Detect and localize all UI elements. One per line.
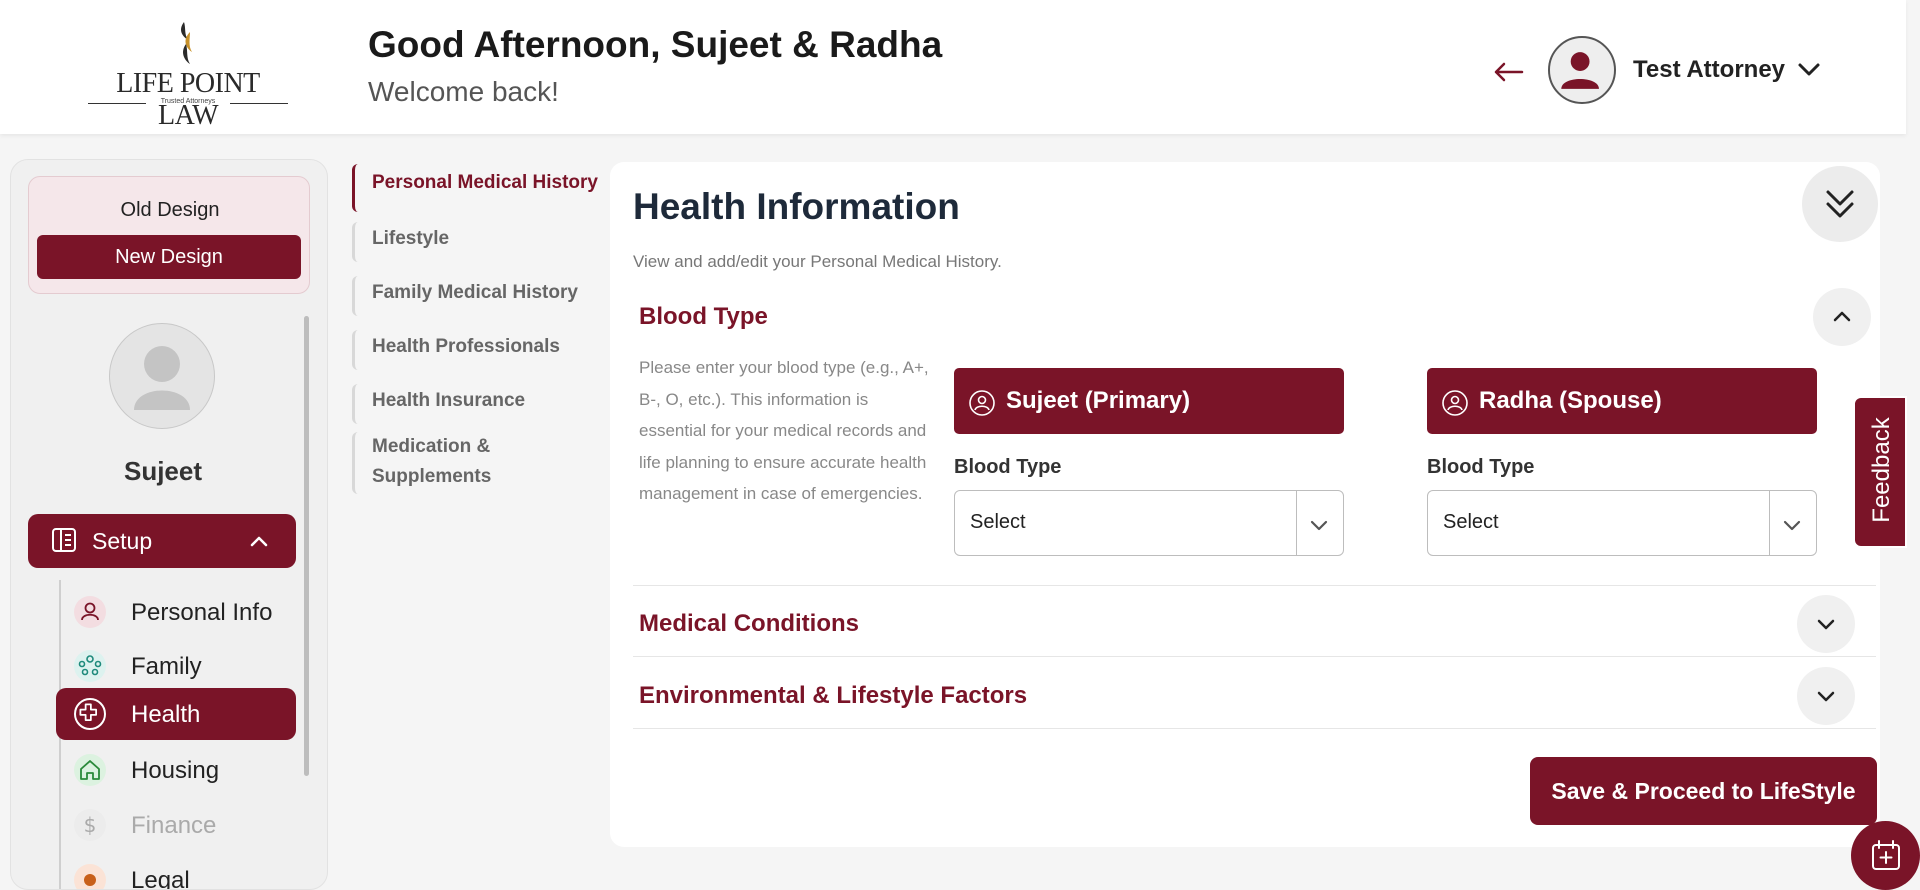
section-title-medical-conditions[interactable]: Medical Conditions: [639, 610, 859, 638]
chevron-down-icon: [1310, 520, 1328, 531]
profile-name: Sujeet: [123, 456, 203, 486]
legal-icon: [74, 864, 106, 889]
sidebar: Old Design New Design Sujeet Setup Perso…: [10, 159, 328, 890]
sidebar-item-family[interactable]: Family: [56, 640, 296, 692]
chevron-up-icon: [250, 536, 268, 547]
design-switcher: Old Design New Design: [28, 176, 310, 294]
chevron-down-icon: [1783, 520, 1801, 531]
sidebar-item-health[interactable]: Health: [56, 688, 296, 740]
calendar-add-button[interactable]: [1851, 821, 1920, 890]
spouse-blood-type-select[interactable]: Select: [1427, 490, 1817, 556]
subnav-health-insurance[interactable]: Health Insurance: [352, 384, 608, 424]
sidebar-item-label: Finance: [131, 812, 217, 839]
setup-toggle-button[interactable]: Setup: [28, 514, 296, 568]
subnav-personal-medical-history[interactable]: Personal Medical History: [352, 164, 608, 212]
profile-avatar: [109, 323, 215, 429]
primary-blood-type-select[interactable]: Select: [954, 490, 1344, 556]
select-value: Select: [1443, 511, 1499, 533]
sidebar-item-legal[interactable]: Legal: [56, 854, 296, 890]
user-icon: [1561, 52, 1599, 89]
sidebar-scrollbar[interactable]: [304, 316, 309, 776]
subnav-lifestyle[interactable]: Lifestyle: [352, 222, 608, 262]
collapse-all-button[interactable]: [1802, 166, 1878, 242]
double-chevron-down-icon: [1826, 190, 1854, 218]
chevron-down-icon: [1817, 691, 1835, 702]
sidebar-item-label: Housing: [131, 757, 220, 784]
section-title-blood-type[interactable]: Blood Type: [639, 303, 768, 331]
page-title: Health Information: [633, 186, 960, 227]
section-divider: [633, 656, 1876, 657]
home-icon: [74, 754, 106, 786]
feedback-tab[interactable]: Feedback: [1853, 396, 1907, 548]
person-icon: [74, 596, 106, 628]
section-divider: [633, 585, 1876, 586]
back-arrow-icon[interactable]: [1492, 54, 1524, 90]
page-subtitle: View and add/edit your Personal Medical …: [633, 252, 1002, 271]
environmental-lifestyle-toggle[interactable]: [1797, 667, 1855, 725]
subnav-medication-supplements[interactable]: Medication & Supplements: [352, 432, 552, 494]
primary-person-name: Sujeet (Primary): [1006, 387, 1191, 414]
svg-text:$: $: [84, 813, 97, 837]
user-name[interactable]: Test Attorney: [1633, 56, 1785, 84]
medical-conditions-toggle[interactable]: [1797, 595, 1855, 653]
spouse-person-name: Radha (Spouse): [1479, 387, 1662, 414]
dollar-icon: $: [74, 809, 106, 841]
calendar-plus-icon: [1872, 840, 1900, 870]
app-header: LIFE POINT LAW Trusted Attorneys Good Af…: [0, 0, 1906, 134]
save-proceed-button[interactable]: Save & Proceed to LifeStyle: [1530, 757, 1877, 825]
select-divider: [1296, 491, 1297, 555]
sidebar-item-label: Personal Info: [131, 599, 273, 626]
primary-person-header: Sujeet (Primary): [954, 368, 1344, 434]
health-cross-icon: [74, 698, 106, 730]
old-design-button[interactable]: Old Design: [29, 199, 311, 222]
sidebar-item-label: Family: [131, 653, 202, 680]
blood-type-description: Please enter your blood type (e.g., A+, …: [639, 358, 929, 503]
sidebar-item-personal-info[interactable]: Personal Info: [56, 586, 296, 638]
health-information-card: Health Information View and add/edit you…: [610, 162, 1880, 847]
setup-label: Setup: [92, 528, 153, 554]
spouse-blood-type-label: Blood Type: [1427, 456, 1535, 478]
setup-book-icon: [52, 528, 76, 552]
greeting-title: Good Afternoon, Sujeet & Radha: [368, 24, 943, 65]
sidebar-item-housing[interactable]: Housing: [56, 744, 296, 796]
user-circle-icon: [1442, 390, 1468, 416]
section-title-environmental-lifestyle[interactable]: Environmental & Lifestyle Factors: [639, 682, 1027, 710]
logo[interactable]: LIFE POINT LAW Trusted Attorneys: [84, 18, 292, 131]
logo-mark-icon: [181, 22, 192, 64]
spouse-person-header: Radha (Spouse): [1427, 368, 1817, 434]
blood-type-toggle[interactable]: [1813, 288, 1871, 346]
section-divider: [633, 728, 1876, 729]
sidebar-item-label: Health: [131, 701, 201, 728]
feedback-label: Feedback: [1868, 417, 1895, 523]
user-circle-icon: [969, 390, 995, 416]
logo-tagline: Trusted Attorneys: [84, 98, 292, 105]
chevron-down-icon: [1817, 619, 1835, 630]
select-value: Select: [970, 511, 1026, 533]
user-silhouette-icon: [134, 346, 190, 410]
chevron-down-icon[interactable]: [1796, 58, 1822, 80]
family-icon: [74, 650, 106, 682]
welcome-text: Welcome back!: [368, 76, 559, 107]
sidebar-item-label: Legal: [131, 867, 190, 890]
primary-blood-type-label: Blood Type: [954, 456, 1062, 478]
sidebar-item-finance[interactable]: $ Finance: [56, 799, 296, 851]
chevron-up-icon: [1833, 311, 1851, 322]
user-avatar[interactable]: [1548, 36, 1616, 104]
new-design-button[interactable]: New Design: [37, 235, 301, 279]
select-divider: [1769, 491, 1770, 555]
subnav-family-medical-history[interactable]: Family Medical History: [352, 276, 608, 316]
subnav-health-professionals[interactable]: Health Professionals: [352, 330, 608, 370]
